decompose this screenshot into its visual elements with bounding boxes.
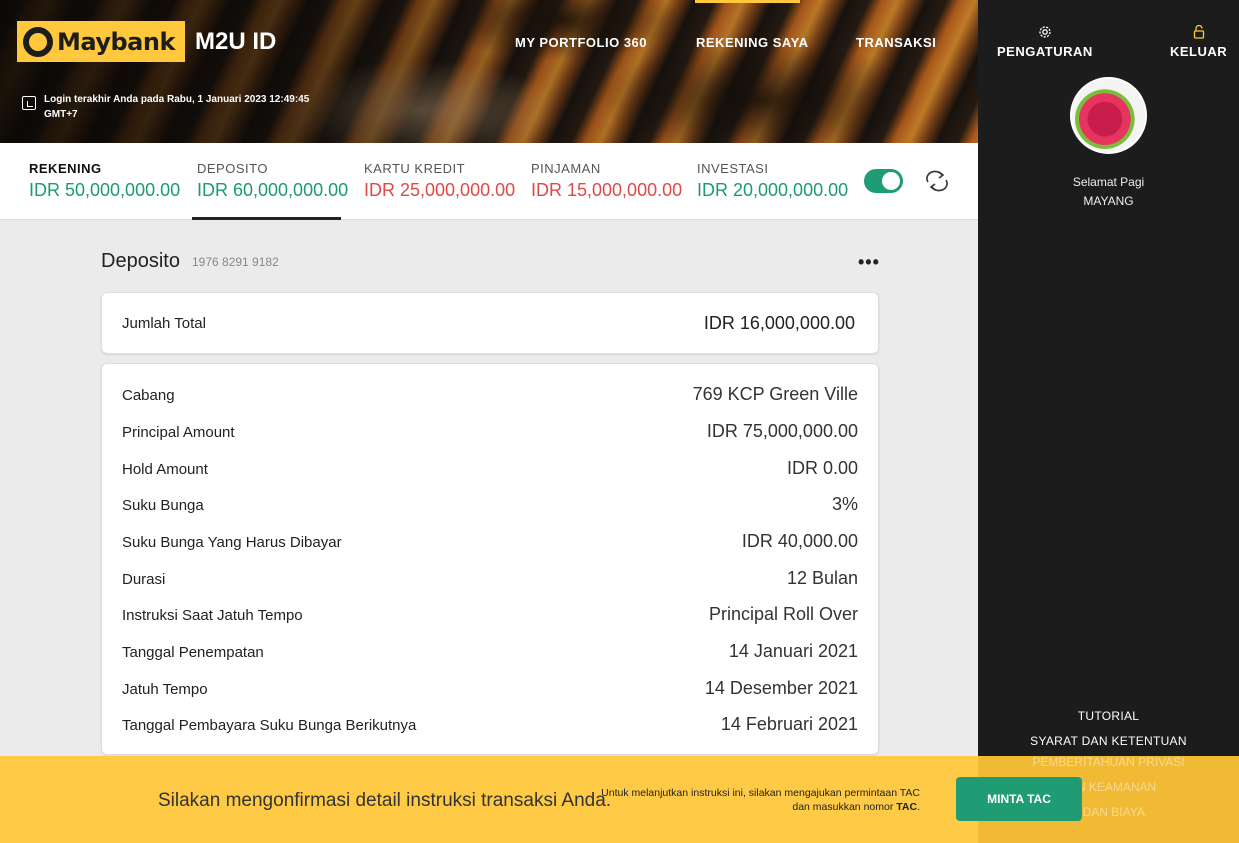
detail-label: Cabang bbox=[122, 387, 175, 404]
detail-value: 14 Februari 2021 bbox=[720, 714, 858, 734]
last-login-info: Login terakhir Anda pada Rabu, 1 Januari… bbox=[22, 92, 344, 122]
total-label: Jumlah Total bbox=[122, 315, 206, 332]
confirmation-message: Silakan mengonfirmasi detail instruksi t… bbox=[158, 790, 612, 811]
detail-label: Tanggal Pembayara Suku Bunga Berikutnya bbox=[122, 717, 417, 734]
more-options-icon[interactable]: ••• bbox=[858, 252, 880, 273]
summary-value: IDR 25,000,000.00 bbox=[364, 180, 516, 200]
confirmation-bar: PEMBERITAHUAN PRIVASI AAN KEAMANAN T DAN… bbox=[0, 755, 1239, 843]
top-navigation: MY PORTFOLIO 360 REKENING SAYA TRANSAKSI bbox=[0, 0, 978, 80]
user-name: MAYANG bbox=[1083, 194, 1134, 208]
detail-value: IDR 0.00 bbox=[786, 458, 858, 478]
detail-row: Suku Bunga Yang Harus Dibayar IDR 40,000.… bbox=[122, 527, 858, 557]
detail-label: Hold Amount bbox=[122, 461, 208, 478]
detail-row: Jatuh Tempo 14 Desember 2021 bbox=[122, 674, 858, 704]
summary-value: IDR 50,000,000.00 bbox=[29, 180, 181, 200]
settings-button[interactable]: PENGATURAN bbox=[997, 24, 1093, 59]
summary-value: IDR 20,000,000.00 bbox=[697, 180, 849, 200]
summary-label: PINJAMAN bbox=[531, 161, 601, 176]
note-suffix: . bbox=[917, 801, 920, 813]
total-value: IDR 16,000,000.00 bbox=[703, 313, 855, 333]
detail-value: 12 Bulan bbox=[786, 568, 858, 588]
settings-label: PENGATURAN bbox=[997, 44, 1093, 59]
detail-row: Tanggal Penempatan 14 Januari 2021 bbox=[122, 637, 858, 667]
lock-icon bbox=[1193, 24, 1204, 39]
note-bold: TAC bbox=[896, 801, 918, 813]
user-sidebar: PENGATURAN KELUAR Selamat Pagi MAYANG TU… bbox=[978, 0, 1239, 843]
detail-row: Tanggal Pembayara Suku Bunga Berikutnya 1… bbox=[122, 710, 858, 740]
request-tac-button[interactable]: MINTA TAC bbox=[956, 777, 1082, 821]
detail-value: IDR 75,000,000.00 bbox=[706, 421, 858, 441]
summary-value: IDR 15,000,000.00 bbox=[531, 180, 683, 200]
refresh-icon[interactable] bbox=[924, 170, 950, 192]
selected-tab-underline bbox=[192, 217, 341, 220]
detail-value: 14 Desember 2021 bbox=[704, 678, 858, 698]
summary-label: INVESTASI bbox=[697, 161, 769, 176]
detail-label: Suku Bunga bbox=[122, 497, 204, 514]
detail-label: Durasi bbox=[122, 571, 166, 588]
detail-value: 14 Januari 2021 bbox=[728, 641, 858, 661]
detail-value: 3% bbox=[831, 494, 858, 514]
detail-label: Instruksi Saat Jatuh Tempo bbox=[122, 607, 303, 624]
detail-value: Principal Roll Over bbox=[708, 604, 858, 624]
detail-label: Tanggal Penempatan bbox=[122, 644, 264, 661]
summary-label: KARTU KREDIT bbox=[364, 161, 466, 176]
detail-label: Suku Bunga Yang Harus Dibayar bbox=[122, 534, 342, 551]
tac-instruction-note: Untuk melanjutkan instruksi ini, silakan… bbox=[590, 786, 920, 814]
summary-label: REKENING bbox=[29, 161, 102, 176]
summary-tab-rekening[interactable]: REKENING IDR 50,000,000.00 bbox=[29, 161, 180, 201]
detail-row: Principal Amount IDR 75,000,000.00 bbox=[122, 417, 858, 447]
account-summary-bar: REKENING IDR 50,000,000.00 DEPOSITO IDR … bbox=[0, 143, 978, 220]
avatar[interactable] bbox=[1070, 77, 1147, 154]
toggle-knob bbox=[882, 172, 900, 190]
total-amount-card: Jumlah Total IDR 16,000,000.00 bbox=[101, 292, 879, 354]
nav-rekening-saya[interactable]: REKENING SAYA bbox=[696, 35, 808, 50]
detail-row: Hold Amount IDR 0.00 bbox=[122, 454, 858, 484]
balance-visibility-toggle[interactable] bbox=[864, 169, 903, 193]
logout-label: KELUAR bbox=[1170, 44, 1228, 59]
deposit-details-card: Cabang 769 KCP Green Ville Principal Amou… bbox=[101, 363, 879, 755]
active-nav-indicator bbox=[695, 0, 800, 3]
logout-button[interactable]: KELUAR bbox=[1170, 24, 1227, 59]
nav-transaksi[interactable]: TRANSAKSI bbox=[856, 35, 936, 50]
detail-row: Instruksi Saat Jatuh Tempo Principal Roll… bbox=[122, 600, 858, 630]
greeting: Selamat Pagi MAYANG bbox=[978, 173, 1239, 211]
section-title: Deposito bbox=[101, 250, 180, 272]
detail-label: Principal Amount bbox=[122, 424, 235, 441]
link-privacy[interactable]: PEMBERITAHUAN PRIVASI bbox=[978, 750, 1239, 775]
header-banner: Maybank M2U ID Login terakhir Anda pada … bbox=[0, 0, 978, 143]
note-text: Untuk melanjutkan instruksi ini, silakan… bbox=[601, 787, 920, 813]
detail-row: Suku Bunga 3% bbox=[122, 490, 858, 520]
detail-row: Durasi 12 Bulan bbox=[122, 564, 858, 594]
summary-value: IDR 60,000,000.00 bbox=[197, 180, 349, 200]
detail-value: 769 KCP Green Ville bbox=[692, 384, 858, 404]
summary-tab-deposito[interactable]: DEPOSITO IDR 60,000,000.00 bbox=[197, 161, 348, 201]
gear-icon bbox=[1039, 26, 1051, 38]
last-login-text: Login terakhir Anda pada Rabu, 1 Januari… bbox=[44, 94, 310, 120]
greeting-text: Selamat Pagi bbox=[1072, 175, 1145, 189]
summary-tab-kartu-kredit[interactable]: KARTU KREDIT IDR 25,000,000.00 bbox=[364, 161, 515, 201]
detail-row: Cabang 769 KCP Green Ville bbox=[122, 380, 858, 410]
link-tutorial[interactable]: TUTORIAL bbox=[978, 704, 1239, 729]
sidebar-links: TUTORIAL SYARAT DAN KETENTUAN bbox=[978, 704, 1239, 754]
summary-tab-pinjaman[interactable]: PINJAMAN IDR 15,000,000.00 bbox=[531, 161, 682, 201]
detail-label: Jatuh Tempo bbox=[122, 681, 208, 698]
summary-tab-investasi[interactable]: INVESTASI IDR 20,000,000.00 bbox=[697, 161, 848, 201]
account-number: 1976 8291 9182 bbox=[192, 255, 279, 269]
nav-my-portfolio[interactable]: MY PORTFOLIO 360 bbox=[515, 35, 647, 50]
detail-value: IDR 40,000.00 bbox=[741, 531, 858, 551]
clock-calendar-icon bbox=[22, 96, 36, 110]
summary-label: DEPOSITO bbox=[197, 161, 268, 176]
